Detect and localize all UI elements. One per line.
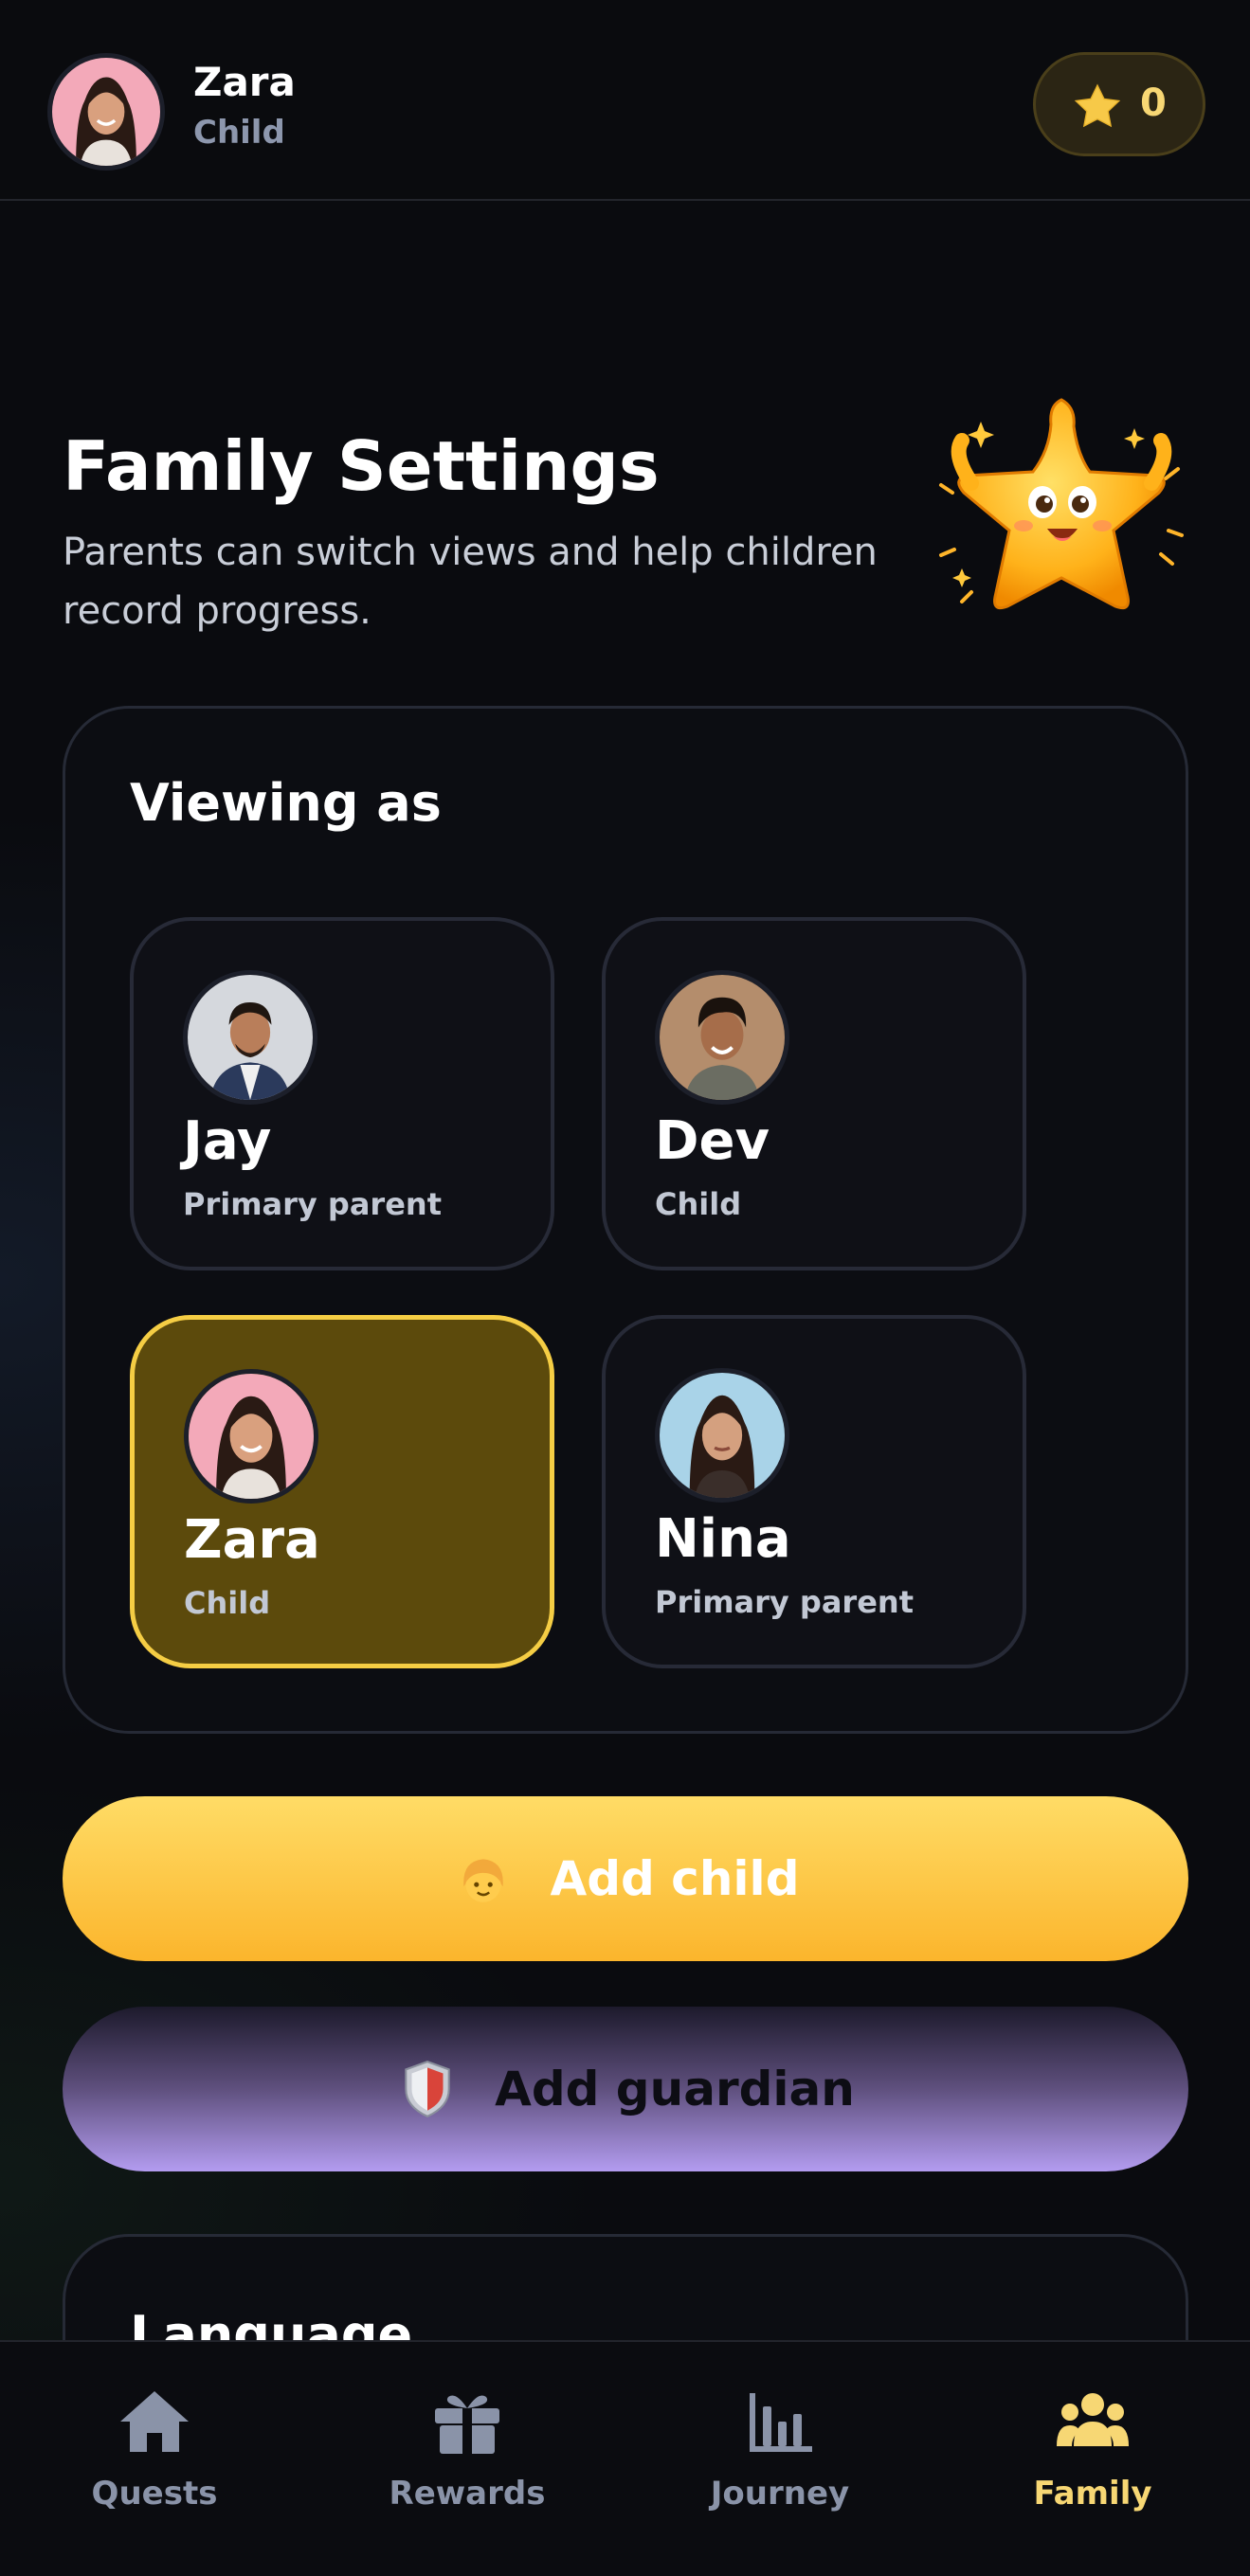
avatar <box>655 970 789 1105</box>
bottom-nav: Quests Rewards Journey Family <box>0 2340 1250 2576</box>
nav-item-rewards[interactable]: Rewards <box>344 2387 590 2530</box>
avatar <box>183 970 317 1105</box>
profile-card-dev[interactable]: Dev Child <box>602 917 1026 1270</box>
top-header: Zara Child 0 <box>0 0 1250 201</box>
avatar <box>184 1369 318 1504</box>
nav-item-quests[interactable]: Quests <box>31 2387 278 2530</box>
home-icon <box>120 2391 189 2452</box>
add-guardian-button[interactable]: Add guardian <box>63 2007 1188 2171</box>
star-balance-pill[interactable]: 0 <box>1033 52 1205 156</box>
user-role: Child <box>193 114 285 152</box>
shield-icon <box>405 2061 450 2118</box>
nav-label: Quests <box>91 2475 218 2513</box>
profile-card-jay[interactable]: Jay Primary parent <box>130 917 554 1270</box>
avatar <box>655 1368 789 1503</box>
profile-card-zara[interactable]: Zara Child <box>130 1315 554 1668</box>
add-child-label: Add child <box>550 1851 800 1906</box>
star-count: 0 <box>1140 81 1167 125</box>
nav-label: Family <box>1033 2475 1152 2513</box>
page-title: Family Settings <box>63 426 660 506</box>
page-subtitle: Parents can switch views and help childr… <box>63 531 878 633</box>
family-icon <box>1057 2393 1129 2446</box>
nav-item-family[interactable]: Family <box>969 2387 1216 2530</box>
profile-role: Primary parent <box>655 1584 914 1620</box>
user-avatar[interactable] <box>47 53 165 171</box>
star-mascot-icon <box>939 398 1184 610</box>
nav-label: Rewards <box>389 2475 546 2513</box>
child-icon <box>462 1859 503 1902</box>
profile-role: Child <box>184 1585 271 1621</box>
profile-name: Jay <box>183 1110 272 1172</box>
profile-role: Child <box>655 1186 742 1222</box>
star-icon <box>1074 83 1121 128</box>
viewing-as-card: Viewing as Jay Primary parent Dev Child … <box>63 706 1188 1734</box>
nav-item-journey[interactable]: Journey <box>657 2387 903 2530</box>
profile-card-nina[interactable]: Nina Primary parent <box>602 1315 1026 1668</box>
bar-chart-icon <box>750 2393 812 2452</box>
profile-name: Dev <box>655 1110 770 1172</box>
add-guardian-label: Add guardian <box>495 2062 855 2117</box>
gift-icon <box>435 2395 499 2454</box>
profile-role: Primary parent <box>183 1186 442 1222</box>
add-child-button[interactable]: Add child <box>63 1796 1188 1961</box>
profile-name: Zara <box>184 1509 320 1571</box>
profile-name: Nina <box>655 1508 791 1570</box>
nav-label: Journey <box>710 2475 850 2513</box>
viewing-as-title: Viewing as <box>130 773 442 833</box>
user-name: Zara <box>193 59 296 105</box>
